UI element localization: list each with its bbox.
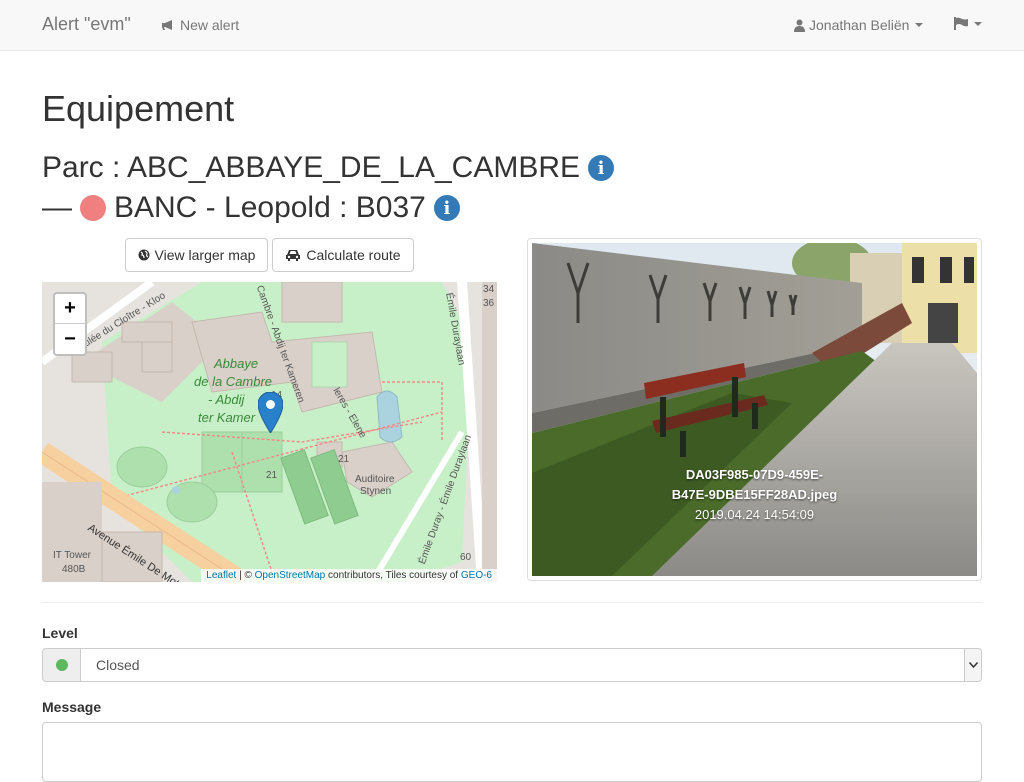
- osm-link[interactable]: OpenStreetMap: [255, 570, 326, 581]
- map-label: 60: [460, 552, 472, 563]
- zoom-out-button[interactable]: −: [55, 324, 85, 354]
- parc-name: Parc : ABC_ABBAYE_DE_LA_CAMBRE: [42, 151, 581, 184]
- map-label: IT Tower: [53, 550, 91, 561]
- user-menu[interactable]: Jonathan Beliën: [794, 17, 924, 33]
- leaflet-link[interactable]: Leaflet: [206, 570, 236, 581]
- new-alert-label: New alert: [180, 17, 240, 33]
- parc-heading: Parc : ABC_ABBAYE_DE_LA_CAMBRE i: [42, 151, 615, 185]
- geo6-link[interactable]: GEO-6: [461, 570, 492, 581]
- user-name: Jonathan Beliën: [809, 17, 910, 33]
- bullhorn-icon: [162, 20, 172, 30]
- flag-icon: [954, 17, 968, 30]
- equipment-name: BANC - Leopold : B037: [114, 191, 426, 224]
- map-label: 34: [483, 284, 495, 295]
- brand[interactable]: Alert "evm": [42, 14, 131, 35]
- calculate-route-button[interactable]: Calculate route: [272, 238, 414, 272]
- map-label: 21: [338, 454, 350, 465]
- caret-down-icon: [915, 23, 924, 27]
- info-icon[interactable]: i: [588, 155, 615, 181]
- navbar: Alert "evm" New alert Jonathan Beliën: [0, 0, 1024, 51]
- photo-image: [532, 243, 977, 576]
- status-dot: [80, 195, 106, 221]
- calculate-route-label: Calculate route: [306, 247, 401, 263]
- page-title: Equipement: [42, 88, 235, 129]
- photo-caption: DA03F985-07D9-459E- B47E-9DBE15FF28AD.jp…: [532, 465, 977, 525]
- map-label: de la Cambre: [194, 374, 273, 389]
- new-alert-link[interactable]: New alert: [161, 17, 239, 33]
- map-label: ter Kamer: [198, 410, 256, 425]
- attribution-text: | ©: [236, 570, 255, 581]
- level-selected-value: Closed: [96, 657, 140, 673]
- item-dash: —: [42, 191, 72, 224]
- view-larger-map-label: View larger map: [154, 247, 256, 263]
- photo: DA03F985-07D9-459E- B47E-9DBE15FF28AD.jp…: [532, 243, 977, 576]
- map-label: Stynen: [360, 486, 392, 497]
- info-icon[interactable]: i: [433, 195, 460, 221]
- map-label: Abbaye: [214, 356, 259, 371]
- map-label: 36: [483, 298, 495, 309]
- divider: [42, 602, 982, 603]
- photo-timestamp: 2019.04.24 14:54:09: [694, 507, 815, 522]
- map-marker-icon[interactable]: [258, 392, 283, 433]
- map-label: 480B: [62, 564, 86, 575]
- level-label: Level: [42, 625, 78, 641]
- message-textarea[interactable]: [42, 722, 982, 782]
- map-label: - Abdij: [208, 392, 245, 407]
- user-icon: [794, 19, 805, 32]
- map[interactable]: Abbaye de la Cambre - Abdij ter Kamer Au…: [42, 282, 497, 582]
- view-larger-map-button[interactable]: View larger map: [125, 238, 268, 272]
- equipment-heading: — BANC - Leopold : B037 i: [42, 191, 460, 225]
- level-select[interactable]: Closed: [80, 648, 982, 682]
- chevron-down-icon: [964, 649, 981, 681]
- photo-filename-line2: B47E-9DBE15FF28AD.jpeg: [671, 487, 838, 502]
- level-status-dot: [55, 659, 68, 671]
- map-attribution: Leaflet | © OpenStreetMap contributors, …: [201, 569, 497, 582]
- language-menu[interactable]: [954, 17, 982, 30]
- map-label: 21: [266, 470, 278, 481]
- map-label: Auditoire: [355, 474, 395, 485]
- level-addon: [42, 648, 81, 682]
- photo-filename-line1: DA03F985-07D9-459E-: [685, 467, 824, 482]
- car-icon: [286, 250, 301, 261]
- caret-down-icon: [974, 21, 982, 26]
- attribution-text: contributors, Tiles courtesy of: [325, 570, 461, 581]
- zoom-in-button[interactable]: +: [55, 294, 85, 324]
- globe-icon: [138, 249, 150, 261]
- photo-thumbnail[interactable]: DA03F985-07D9-459E- B47E-9DBE15FF28AD.jp…: [527, 238, 982, 581]
- zoom-control: + −: [53, 292, 87, 356]
- level-select-group: Closed: [42, 648, 982, 682]
- message-label: Message: [42, 699, 102, 715]
